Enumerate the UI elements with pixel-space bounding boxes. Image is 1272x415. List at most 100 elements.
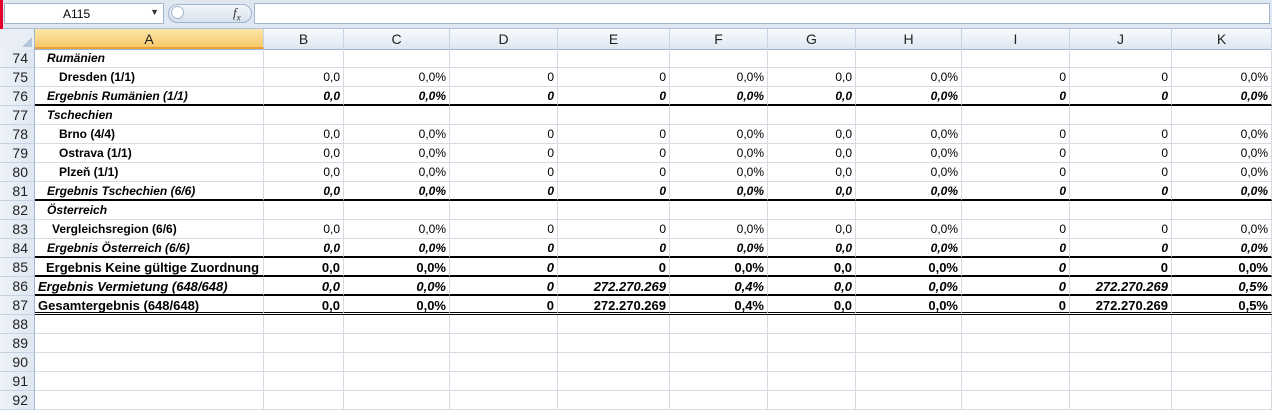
cell-c[interactable]: 0,0% [344,258,450,277]
cell-a[interactable] [35,353,264,372]
cell-e[interactable]: 0 [558,87,670,106]
cell-b[interactable] [264,334,344,353]
cell-f[interactable] [670,353,768,372]
cell-d[interactable] [450,106,558,125]
cell-i[interactable]: 0 [962,239,1070,258]
cell-g[interactable] [768,334,856,353]
cell-g[interactable]: 0,0 [768,277,856,296]
cell-h[interactable]: 0,0% [856,163,962,182]
cell-j[interactable] [1070,106,1172,125]
cell-i[interactable] [962,315,1070,334]
cell-j[interactable]: 272.270.269 [1070,296,1172,315]
cell-b[interactable] [264,49,344,68]
cell-b[interactable]: 0,0 [264,87,344,106]
row-header[interactable]: 84 [0,239,35,258]
cell-c[interactable] [344,106,450,125]
cell-j[interactable] [1070,49,1172,68]
cell-k[interactable]: 0,5% [1172,277,1272,296]
row-label[interactable]: Ergebnis Tschechien (6/6) [35,182,264,201]
cell-i[interactable]: 0 [962,296,1070,315]
row-header[interactable]: 76 [0,87,35,106]
cell-k[interactable]: 0,0% [1172,220,1272,239]
cell-k[interactable] [1172,353,1272,372]
cell-b[interactable]: 0,0 [264,239,344,258]
cell-e[interactable] [558,315,670,334]
cell-h[interactable]: 0,0% [856,220,962,239]
cell-a[interactable] [35,315,264,334]
cell-h[interactable]: 0,0% [856,258,962,277]
cell-j[interactable] [1070,391,1172,410]
cell-e[interactable] [558,49,670,68]
column-header-i[interactable]: I [962,29,1070,49]
cell-i[interactable]: 0 [962,277,1070,296]
cell-d[interactable] [450,201,558,220]
cell-b[interactable]: 0,0 [264,163,344,182]
row-label[interactable]: Vergleichsregion (6/6) [35,220,264,239]
cell-d[interactable] [450,353,558,372]
cell-f[interactable] [670,49,768,68]
cell-e[interactable]: 0 [558,144,670,163]
cell-h[interactable]: 0,0% [856,125,962,144]
cell-c[interactable]: 0,0% [344,182,450,201]
cell-k[interactable]: 0,0% [1172,87,1272,106]
cell-b[interactable] [264,372,344,391]
cell-g[interactable]: 0,0 [768,87,856,106]
row-label[interactable]: Ergebnis Keine gültige Zuordnung [35,258,264,277]
cell-f[interactable] [670,334,768,353]
cell-b[interactable] [264,201,344,220]
cell-k[interactable] [1172,391,1272,410]
cell-i[interactable]: 0 [962,125,1070,144]
row-header[interactable]: 75 [0,68,35,87]
column-header-e[interactable]: E [558,29,670,49]
row-header[interactable]: 81 [0,182,35,201]
cell-g[interactable] [768,201,856,220]
cell-d[interactable]: 0 [450,125,558,144]
cell-g[interactable]: 0,0 [768,220,856,239]
cell-k[interactable] [1172,201,1272,220]
cell-j[interactable] [1070,334,1172,353]
cell-e[interactable] [558,391,670,410]
cell-e[interactable] [558,201,670,220]
column-header-j[interactable]: J [1070,29,1172,49]
cell-h[interactable]: 0,0% [856,144,962,163]
cell-k[interactable] [1172,49,1272,68]
row-label[interactable]: Dresden (1/1) [35,68,264,87]
formula-input[interactable] [254,3,1270,24]
cell-g[interactable]: 0,0 [768,163,856,182]
cell-c[interactable]: 0,0% [344,277,450,296]
row-label[interactable]: Ostrava (1/1) [35,144,264,163]
cell-g[interactable] [768,372,856,391]
cell-d[interactable] [450,315,558,334]
cell-j[interactable] [1070,315,1172,334]
cell-h[interactable]: 0,0% [856,182,962,201]
cell-g[interactable]: 0,0 [768,182,856,201]
cell-i[interactable]: 0 [962,163,1070,182]
cell-h[interactable] [856,49,962,68]
column-header-d[interactable]: D [450,29,558,49]
cell-e[interactable]: 0 [558,239,670,258]
cell-c[interactable] [344,391,450,410]
cell-d[interactable]: 0 [450,87,558,106]
cell-k[interactable] [1172,334,1272,353]
cell-f[interactable]: 0,0% [670,68,768,87]
cell-b[interactable] [264,315,344,334]
cell-j[interactable] [1070,201,1172,220]
cell-a[interactable] [35,334,264,353]
cell-i[interactable] [962,372,1070,391]
cell-f[interactable] [670,106,768,125]
cell-e[interactable]: 272.270.269 [558,296,670,315]
cell-e[interactable] [558,353,670,372]
cell-i[interactable]: 0 [962,182,1070,201]
cell-j[interactable]: 272.270.269 [1070,277,1172,296]
cell-f[interactable] [670,315,768,334]
cell-e[interactable]: 0 [558,68,670,87]
cell-b[interactable]: 0,0 [264,125,344,144]
cell-g[interactable] [768,353,856,372]
row-label[interactable]: Ergebnis Vermietung (648/648) [35,277,264,296]
cell-k[interactable]: 0,0% [1172,258,1272,277]
cell-b[interactable]: 0,0 [264,277,344,296]
row-header[interactable]: 82 [0,201,35,220]
row-header[interactable]: 83 [0,220,35,239]
cell-d[interactable]: 0 [450,163,558,182]
dropdown-arrow-icon[interactable]: ▼ [150,7,159,17]
